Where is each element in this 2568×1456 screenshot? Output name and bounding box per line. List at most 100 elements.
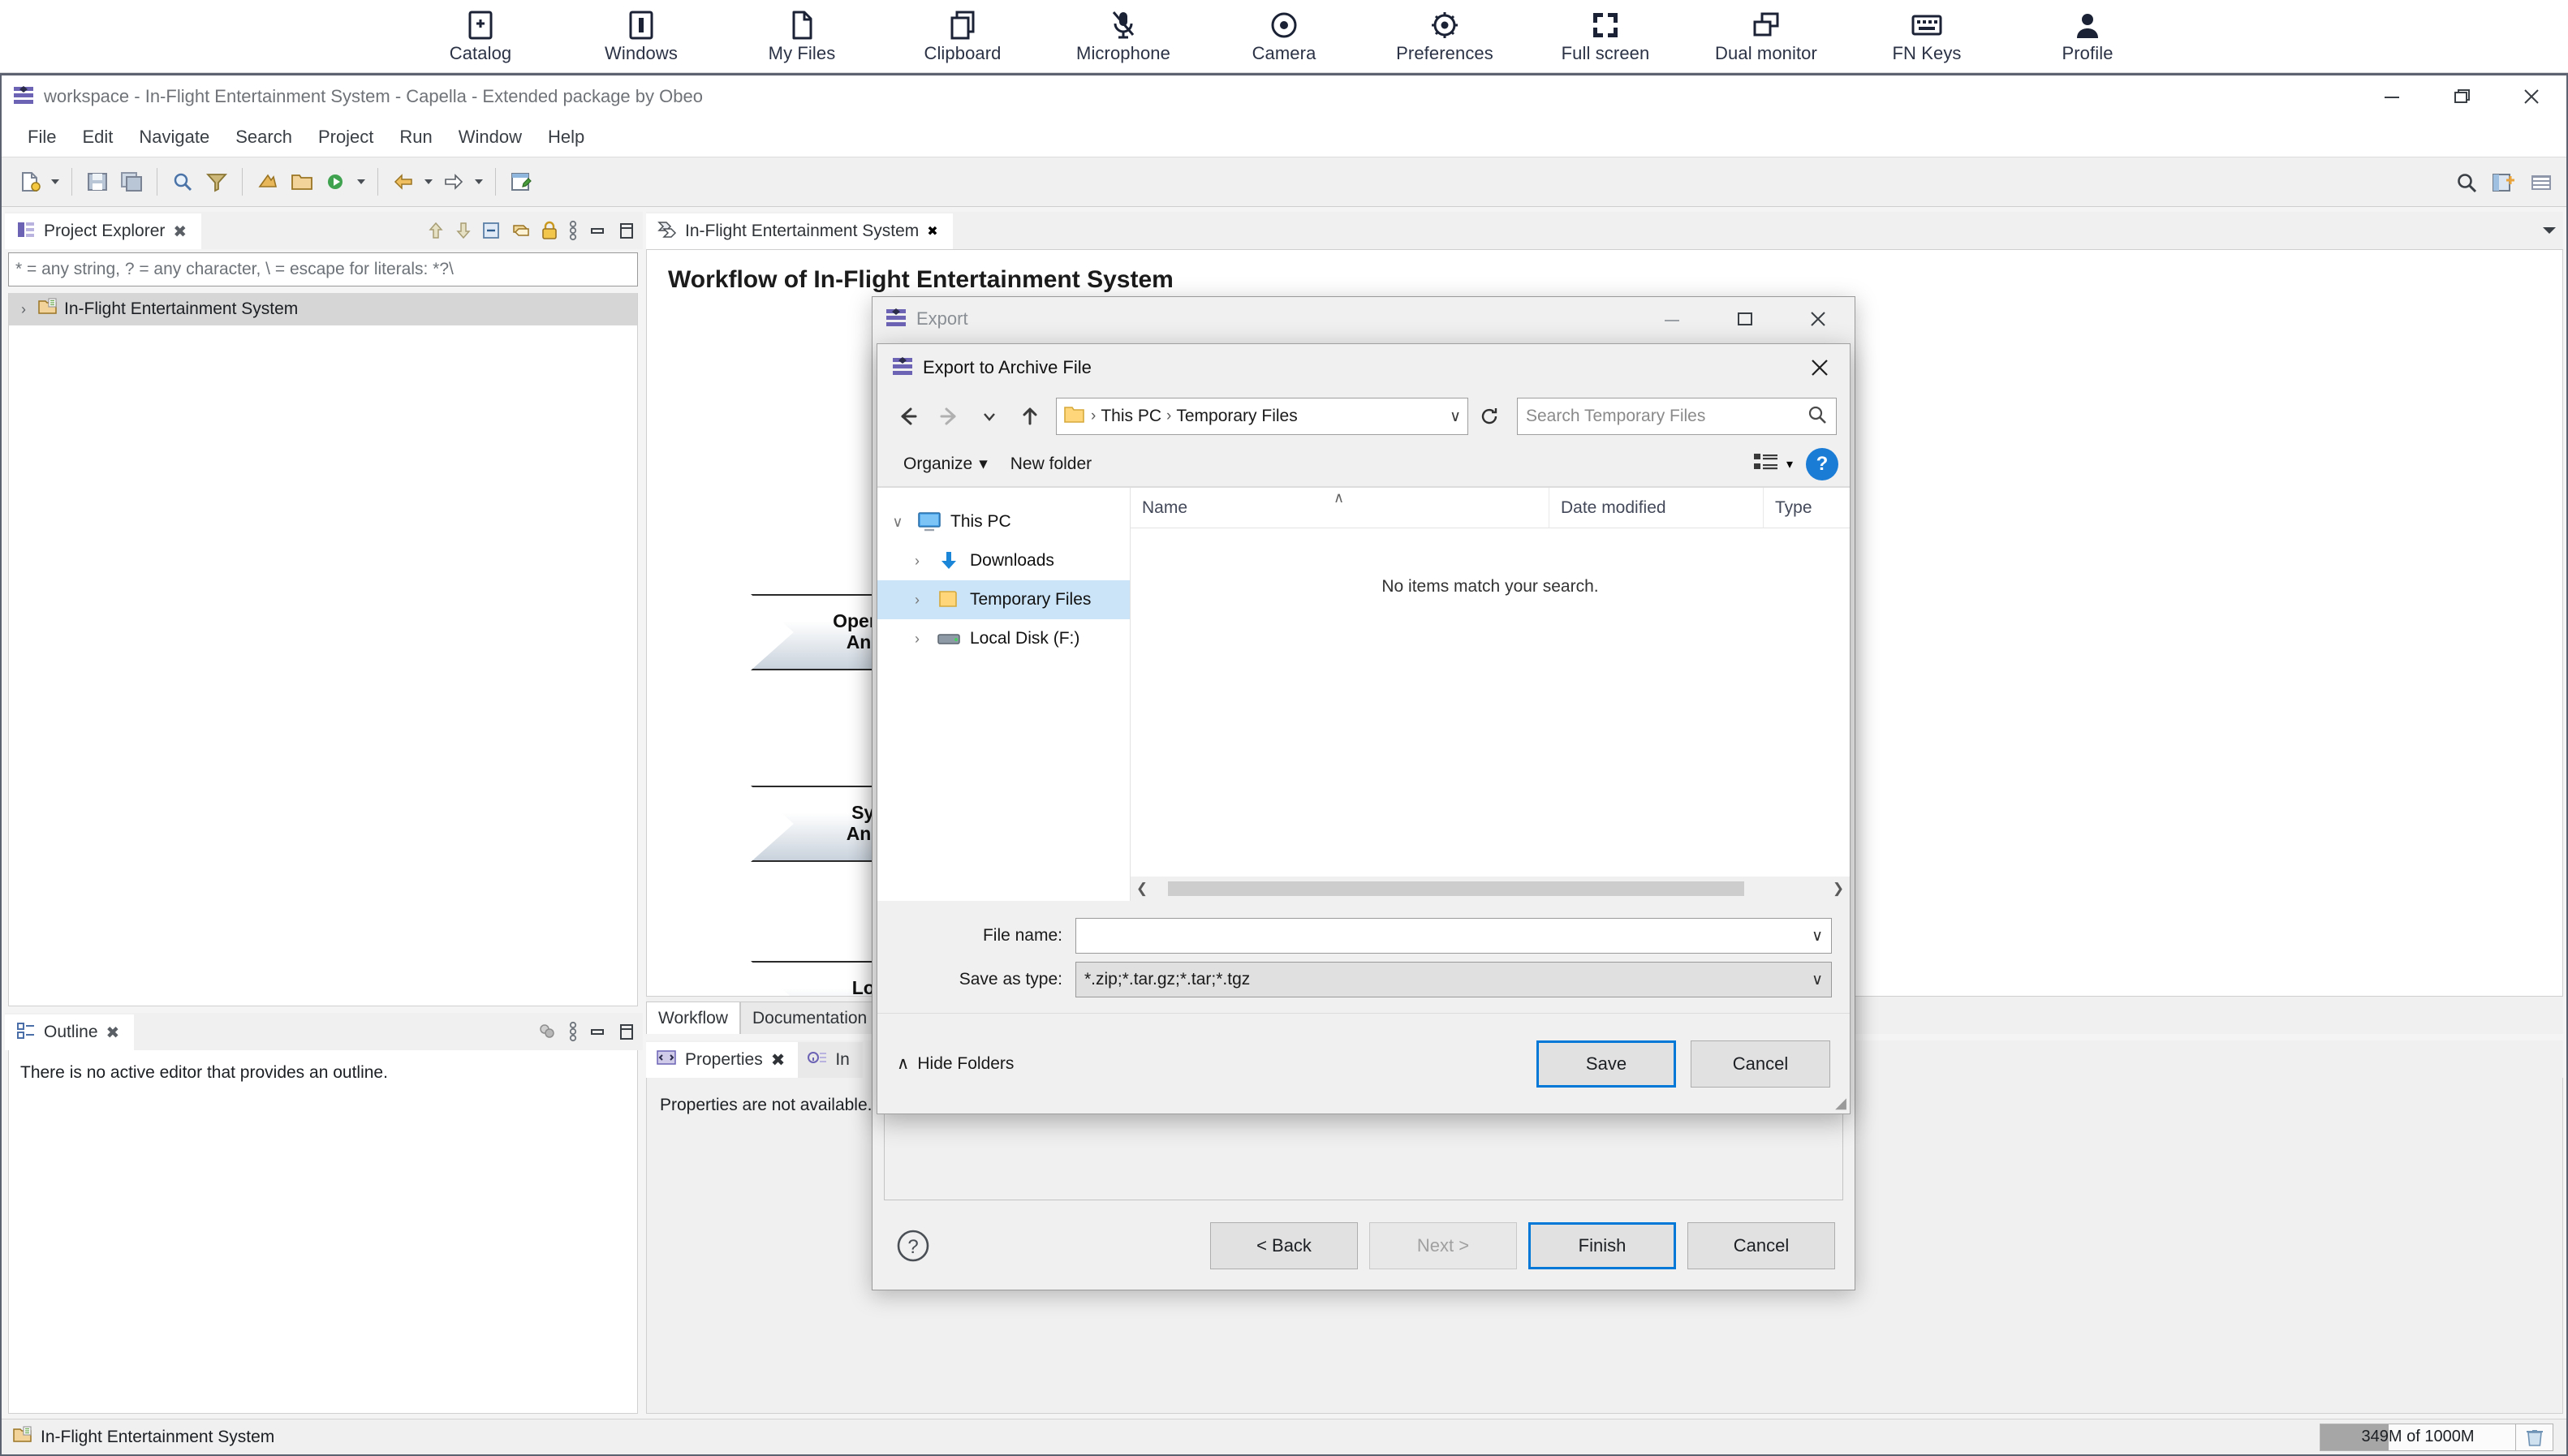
arrow-left-icon[interactable]	[890, 398, 926, 434]
tree-item-temporary-files[interactable]: › Temporary Files	[877, 580, 1130, 619]
chevron-down-icon[interactable]: ∨	[1812, 971, 1823, 989]
column-header-type[interactable]: Type	[1764, 488, 1850, 528]
menu-project[interactable]: Project	[305, 122, 386, 153]
menu-search[interactable]: Search	[222, 122, 305, 153]
menu-navigate[interactable]: Navigate	[126, 122, 222, 153]
forward-dropdown-icon[interactable]	[471, 163, 487, 200]
cu-item-camera[interactable]: Camera	[1204, 0, 1364, 71]
tab-outline[interactable]: Outline ✖	[5, 1013, 135, 1050]
cancel-button[interactable]: Cancel	[1687, 1222, 1835, 1269]
scrollbar-thumb[interactable]	[1168, 881, 1744, 896]
view-mode-button[interactable]: ▾	[1752, 451, 1793, 476]
close-icon[interactable]: ✖	[173, 222, 187, 242]
tab-editor-in-flight-entertainment-system[interactable]: In-Flight Entertainment System ✖	[646, 212, 953, 249]
lock-icon[interactable]	[541, 221, 558, 240]
cu-item-dual-monitor[interactable]: Dual monitor	[1686, 0, 1846, 71]
chevron-down-icon[interactable]: ∨	[1812, 927, 1823, 946]
breadcrumb-temporary-files[interactable]: Temporary Files	[1176, 407, 1297, 426]
heap-status-widget[interactable]: 349M of 1000M	[2320, 1423, 2553, 1451]
minimize-view-icon[interactable]	[588, 221, 607, 240]
editor-tab-workflow[interactable]: Workflow	[646, 1002, 740, 1034]
cu-item-full-screen[interactable]: Full screen	[1525, 0, 1686, 71]
tree-item-in-flight-entertainment-system[interactable]: › In-Flight Entertainment System	[9, 293, 637, 325]
perspective-icon[interactable]	[251, 163, 285, 200]
perspective-switcher-icon[interactable]	[2524, 164, 2558, 201]
column-header-date-modified[interactable]: Date modified	[1549, 487, 1764, 528]
forward-nav-icon[interactable]	[437, 163, 471, 200]
open-folder-icon[interactable]	[285, 163, 319, 200]
new-dropdown-icon[interactable]	[47, 163, 63, 200]
tree-item-downloads[interactable]: › Downloads	[877, 541, 1130, 580]
back-button[interactable]: < Back	[1210, 1222, 1358, 1269]
save-as-type-select[interactable]: *.zip;*.tar.gz;*.tar;*.tgz ∨	[1075, 962, 1832, 997]
new-diagram-icon[interactable]	[504, 163, 538, 200]
breadcrumb-this-pc[interactable]: This PC	[1101, 407, 1161, 426]
file-name-input[interactable]: ∨	[1075, 918, 1832, 954]
collapse-all-icon[interactable]	[482, 221, 502, 240]
editor-tab-documentation[interactable]: Documentation	[739, 1002, 880, 1034]
search-tool-icon[interactable]	[166, 163, 200, 200]
cancel-button[interactable]: Cancel	[1691, 1040, 1830, 1088]
close-button[interactable]	[2497, 75, 2566, 118]
menu-edit[interactable]: Edit	[69, 122, 126, 153]
hide-fields-icon[interactable]	[537, 1022, 558, 1041]
view-menu-icon[interactable]	[568, 1021, 578, 1042]
save-button[interactable]: Save	[1536, 1040, 1676, 1088]
minimize-button[interactable]	[1635, 297, 1708, 341]
save-icon[interactable]	[80, 163, 114, 200]
scroll-right-icon[interactable]: ❯	[1827, 877, 1850, 901]
new-icon[interactable]	[13, 163, 47, 200]
cu-item-clipboard[interactable]: Clipboard	[882, 0, 1043, 71]
cu-item-windows[interactable]: Windows	[561, 0, 722, 71]
chevron-right-icon[interactable]: ›	[907, 592, 928, 609]
project-explorer-filter-input[interactable]: * = any string, ? = any character, \ = e…	[8, 252, 638, 286]
link-with-editor-icon[interactable]	[511, 221, 531, 240]
cu-item-profile[interactable]: Profile	[2007, 0, 2168, 71]
filter-icon[interactable]	[200, 163, 234, 200]
close-icon[interactable]: ✖	[927, 223, 937, 239]
new-folder-button[interactable]: New folder	[999, 448, 1103, 480]
file-list[interactable]: Name Date modified Type ∧ No items match…	[1131, 487, 1850, 901]
chevron-down-icon[interactable]: ∨	[887, 514, 908, 531]
run-dropdown-icon[interactable]	[353, 163, 369, 200]
tab-information[interactable]: In	[798, 1040, 863, 1078]
tab-properties[interactable]: Properties ✖	[646, 1040, 799, 1078]
maximize-view-icon[interactable]	[617, 221, 636, 240]
tab-project-explorer[interactable]: Project Explorer ✖	[5, 212, 202, 249]
menu-help[interactable]: Help	[535, 122, 597, 153]
scroll-left-icon[interactable]: ❮	[1131, 877, 1153, 901]
close-icon[interactable]: ✖	[771, 1050, 786, 1070]
expand-down-icon[interactable]	[455, 221, 472, 240]
back-dropdown-icon[interactable]	[420, 163, 437, 200]
collapse-up-icon[interactable]	[427, 221, 445, 240]
cu-item-preferences[interactable]: Preferences	[1364, 0, 1525, 71]
close-icon[interactable]: ✖	[106, 1023, 120, 1043]
run-icon[interactable]	[319, 163, 353, 200]
breadcrumb-bar[interactable]: › This PC › Temporary Files ∨	[1056, 398, 1468, 435]
quick-access-search-icon[interactable]	[2450, 164, 2484, 201]
tree-item-local-disk-f[interactable]: › Local Disk (F:)	[877, 619, 1130, 658]
scrollbar-track[interactable]	[1153, 877, 1827, 901]
back-nav-icon[interactable]	[386, 163, 420, 200]
cu-item-fn-keys[interactable]: FN Keys	[1846, 0, 2007, 71]
editor-menu-caret-icon[interactable]	[2540, 224, 2558, 237]
organize-button[interactable]: Organize ▾	[892, 447, 999, 480]
refresh-icon[interactable]	[1473, 398, 1506, 435]
resize-grip-icon[interactable]: ◢	[1835, 1095, 1846, 1112]
arrow-up-icon[interactable]	[1012, 398, 1048, 434]
file-list-horizontal-scrollbar[interactable]: ❮ ❯	[1131, 877, 1850, 901]
close-button[interactable]	[1782, 297, 1855, 341]
cu-item-my-files[interactable]: My Files	[722, 0, 882, 71]
finish-button[interactable]: Finish	[1528, 1222, 1676, 1269]
cu-item-microphone[interactable]: Microphone	[1043, 0, 1204, 71]
help-icon[interactable]: ?	[892, 1225, 934, 1267]
restore-button[interactable]	[2427, 75, 2497, 118]
run-gc-trash-icon[interactable]	[2515, 1424, 2553, 1450]
search-box[interactable]: Search Temporary Files	[1517, 398, 1837, 435]
menu-window[interactable]: Window	[446, 122, 535, 153]
chevron-right-icon[interactable]: ›	[907, 553, 928, 570]
recent-locations-chevron-down-icon[interactable]	[972, 398, 1007, 434]
minimize-button[interactable]	[2357, 75, 2427, 118]
restore-button[interactable]	[1708, 297, 1782, 341]
view-menu-icon[interactable]	[568, 220, 578, 241]
